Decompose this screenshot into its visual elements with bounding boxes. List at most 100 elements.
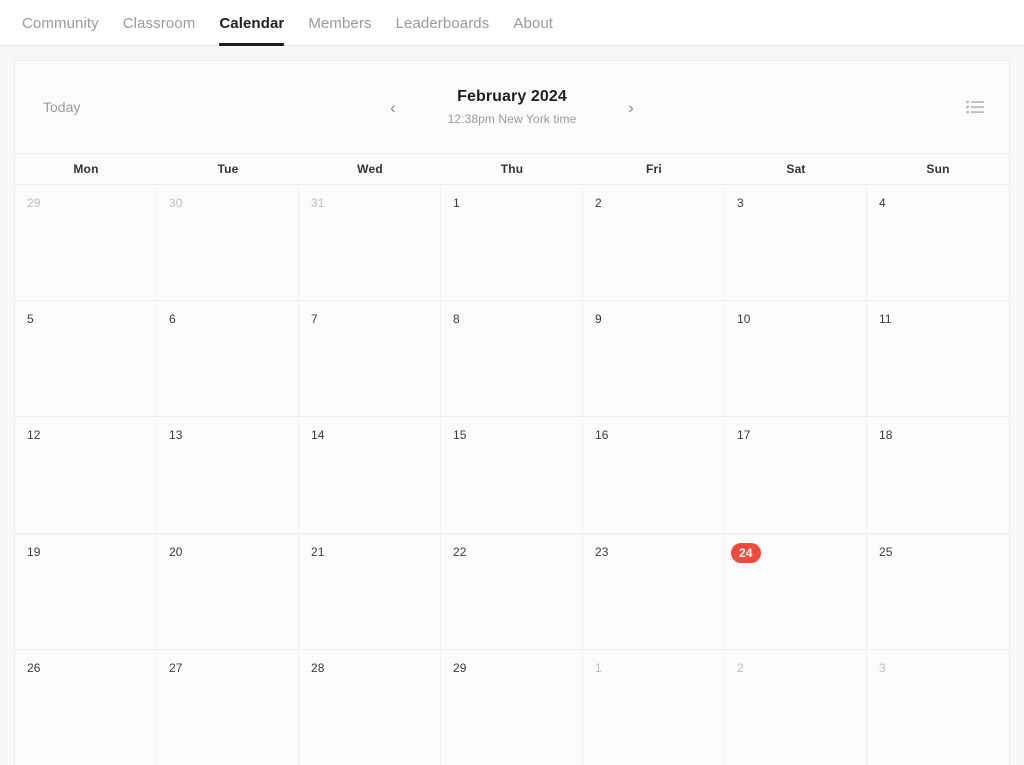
calendar-day-cell[interactable]: 31 <box>299 185 441 301</box>
calendar-title-center: February 2024 12:38pm New York time <box>417 88 607 126</box>
weekday-label-fri: Fri <box>646 162 662 176</box>
nav-item-calendar[interactable]: Calendar <box>207 0 296 46</box>
weekday-label-mon: Mon <box>73 162 99 176</box>
day-number: 1 <box>453 196 460 210</box>
page-body: Today ‹ February 2024 12:38pm New York t… <box>0 46 1024 765</box>
calendar-day-cell[interactable]: 1 <box>441 185 583 301</box>
calendar-day-cell[interactable]: 16 <box>583 417 725 533</box>
day-number: 23 <box>595 544 609 559</box>
calendar-day-cell[interactable]: 2 <box>583 185 725 301</box>
calendar-day-cell[interactable]: 4 <box>867 185 1009 300</box>
calendar-day-cell[interactable]: 28 <box>299 649 441 765</box>
day-number: 3 <box>737 196 744 210</box>
calendar-week-row: 5 6 7 8 9 10 11 <box>15 301 1009 418</box>
calendar-day-cell[interactable]: 25 <box>867 534 1009 649</box>
calendar-timezone-label: 12:38pm New York time <box>447 112 577 126</box>
day-number: 14 <box>311 428 325 443</box>
calendar-week-row: 12 13 14 15 16 17 18 <box>15 417 1009 534</box>
weekday-label-sun: Sun <box>926 162 950 176</box>
calendar-day-cell[interactable]: 13 <box>157 417 299 533</box>
day-number: 27 <box>169 660 183 675</box>
calendar-day-cell[interactable]: 10 <box>725 301 867 417</box>
calendar-day-cell[interactable]: 3 <box>725 185 867 301</box>
calendar-day-cell[interactable]: 8 <box>441 301 583 417</box>
day-number: 20 <box>169 544 183 559</box>
calendar-day-cell[interactable]: 22 <box>441 533 583 649</box>
day-number: 10 <box>737 312 751 327</box>
calendar-day-cell[interactable]: 11 <box>867 301 1009 416</box>
calendar-day-cell[interactable]: 7 <box>299 301 441 417</box>
nav-item-community[interactable]: Community <box>10 0 111 46</box>
day-number: 13 <box>169 428 183 443</box>
day-number: 3 <box>879 660 886 675</box>
calendar-day-cell[interactable]: 17 <box>725 417 867 533</box>
calendar-day-cell[interactable]: 2 <box>725 649 867 765</box>
calendar-day-cell[interactable]: 19 <box>15 533 157 649</box>
next-month-button[interactable]: › <box>621 97 641 117</box>
today-button[interactable]: Today <box>33 93 90 121</box>
calendar-day-cell[interactable]: 15 <box>441 417 583 533</box>
calendar-toolbar: Today ‹ February 2024 12:38pm New York t… <box>15 61 1009 153</box>
day-number: 18 <box>879 428 893 443</box>
calendar-day-cell[interactable]: 14 <box>299 417 441 533</box>
calendar-day-cell[interactable]: 3 <box>867 650 1009 765</box>
day-number: 9 <box>595 312 602 327</box>
day-number: 26 <box>27 660 41 675</box>
calendar-day-cell[interactable]: 29 <box>441 649 583 765</box>
day-number: 25 <box>879 544 893 559</box>
day-number: 19 <box>27 544 41 559</box>
calendar-day-cell[interactable]: 20 <box>157 533 299 649</box>
calendar-day-cell[interactable]: 5 <box>15 301 157 417</box>
calendar-day-cell[interactable]: 1 <box>583 649 725 765</box>
calendar-day-cell[interactable]: 21 <box>299 533 441 649</box>
calendar-week-row: 26 27 28 29 1 2 3 <box>15 649 1009 765</box>
day-number: 22 <box>453 544 467 559</box>
day-number: 6 <box>169 312 176 327</box>
day-number: 30 <box>169 196 183 210</box>
calendar-day-cell[interactable]: 9 <box>583 301 725 417</box>
nav-item-about[interactable]: About <box>501 0 565 46</box>
calendar-day-cell[interactable]: 23 <box>583 533 725 649</box>
day-number: 5 <box>27 312 34 327</box>
calendar-title-block: ‹ February 2024 12:38pm New York time › <box>15 61 1009 153</box>
calendar-week-grid: 29 30 31 1 2 3 4 5 6 7 8 9 10 11 12 13 14 15 16 17 18 19 20 21 2… <box>15 185 1009 765</box>
day-number: 28 <box>311 660 325 675</box>
calendar-day-cell[interactable]: 6 <box>157 301 299 417</box>
today-badge: 24 <box>731 542 761 563</box>
calendar-day-cell[interactable]: 26 <box>15 649 157 765</box>
weekday-label-wed: Wed <box>357 162 383 176</box>
day-number: 7 <box>311 312 318 327</box>
day-number: 29 <box>27 196 41 210</box>
weekday-label-thu: Thu <box>500 162 524 176</box>
calendar-day-cell[interactable]: 30 <box>157 185 299 301</box>
calendar-week-row: 29 30 31 1 2 3 4 <box>15 185 1009 302</box>
day-number: 2 <box>595 196 602 210</box>
calendar-day-cell[interactable]: 29 <box>15 185 157 301</box>
calendar-day-cell[interactable]: 27 <box>157 649 299 765</box>
nav-item-members[interactable]: Members <box>296 0 383 46</box>
day-number: 1 <box>595 660 602 675</box>
day-number: 2 <box>737 660 744 675</box>
top-navigation: Community Classroom Calendar Members Leaderb… <box>0 0 1024 46</box>
calendar-day-cell-today[interactable]: 24 <box>725 533 867 649</box>
day-number: 11 <box>879 312 892 327</box>
nav-item-leaderboards[interactable]: Leaderboards <box>384 0 502 46</box>
calendar-day-cell[interactable]: 18 <box>867 417 1009 532</box>
day-number: 17 <box>737 428 751 443</box>
calendar-month-title: February 2024 <box>457 88 567 105</box>
nav-item-classroom[interactable]: Classroom <box>111 0 208 46</box>
weekday-label-sat: Sat <box>786 162 806 176</box>
previous-month-button[interactable]: ‹ <box>383 97 403 117</box>
list-view-icon[interactable] <box>963 95 987 119</box>
day-number: 12 <box>27 428 41 443</box>
day-number: 4 <box>879 196 886 210</box>
day-number: 15 <box>453 428 467 443</box>
weekday-header-row: Mon Tue Wed Thu Fri Sat Sun <box>15 153 1009 185</box>
calendar-week-row: 19 20 21 22 23 24 25 <box>15 533 1009 650</box>
day-number: 8 <box>453 312 460 327</box>
day-number: 29 <box>453 660 467 675</box>
day-number: 16 <box>595 428 609 443</box>
weekday-label-tue: Tue <box>217 162 239 176</box>
calendar-day-cell[interactable]: 12 <box>15 417 157 533</box>
day-number: 31 <box>311 196 325 210</box>
